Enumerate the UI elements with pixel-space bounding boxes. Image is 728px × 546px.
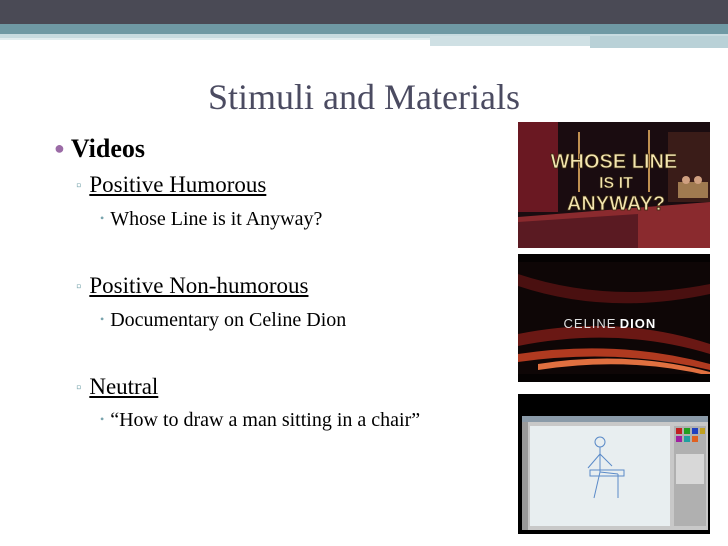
whose-line-thumbnail: WHOSE LINE IS IT ANYWAY?: [518, 122, 710, 248]
whose-line-logo-line1: WHOSE LINE: [551, 151, 678, 173]
whose-line-logo-line3: ANYWAY?: [567, 193, 665, 215]
bullet-draw-man: • “How to draw a man sitting in a chair”: [100, 409, 420, 432]
drawing-tutorial-thumbnail: [518, 394, 710, 534]
top-band-teal: [0, 24, 728, 34]
bullet-neutral: ▫ Neutral: [76, 374, 158, 400]
slide: Stimuli and Materials ● Videos ▫ Positive …: [0, 0, 728, 546]
bullet-dot-icon: •: [100, 211, 105, 225]
bullet-dot-icon: •: [100, 412, 105, 426]
bullet-videos: ● Videos: [54, 134, 145, 164]
bullet-label: Neutral: [89, 374, 159, 399]
bullet-celine-doc: • Documentary on Celine Dion: [100, 309, 346, 332]
top-band-strip: [0, 38, 430, 40]
bullet-dot-icon: •: [100, 312, 105, 326]
top-band-dark: [0, 0, 728, 24]
celine-name-bold: DION: [620, 316, 657, 331]
celine-name-light: CELINE: [564, 316, 617, 331]
bullet-square-icon: ▫: [76, 380, 82, 396]
whose-line-logo-line2: IS IT: [599, 175, 633, 192]
bullet-label: Positive Non-humorous: [89, 273, 309, 298]
bullet-label: “How to draw a man sitting in a chair”: [110, 409, 421, 431]
bullet-label: Documentary on Celine Dion: [110, 309, 347, 331]
bullet-label: Videos: [70, 134, 146, 163]
bullet-square-icon: ▫: [76, 178, 82, 194]
bullet-positive-humorous: ▫ Positive Humorous: [76, 172, 266, 198]
bullet-square-icon: ▫: [76, 279, 82, 295]
bullet-label: Whose Line is it Anyway?: [110, 208, 323, 230]
celine-dion-thumbnail: CELINE DION: [518, 254, 710, 382]
slide-title: Stimuli and Materials: [208, 77, 520, 117]
bullet-whose-line: • Whose Line is it Anyway?: [100, 208, 322, 231]
bullet-dot-icon: ●: [54, 138, 65, 158]
bullet-positive-nonhumorous: ▫ Positive Non-humorous: [76, 273, 308, 299]
bullet-label: Positive Humorous: [89, 172, 267, 197]
top-band-strip: [590, 36, 728, 48]
top-band-strip: [430, 36, 590, 46]
